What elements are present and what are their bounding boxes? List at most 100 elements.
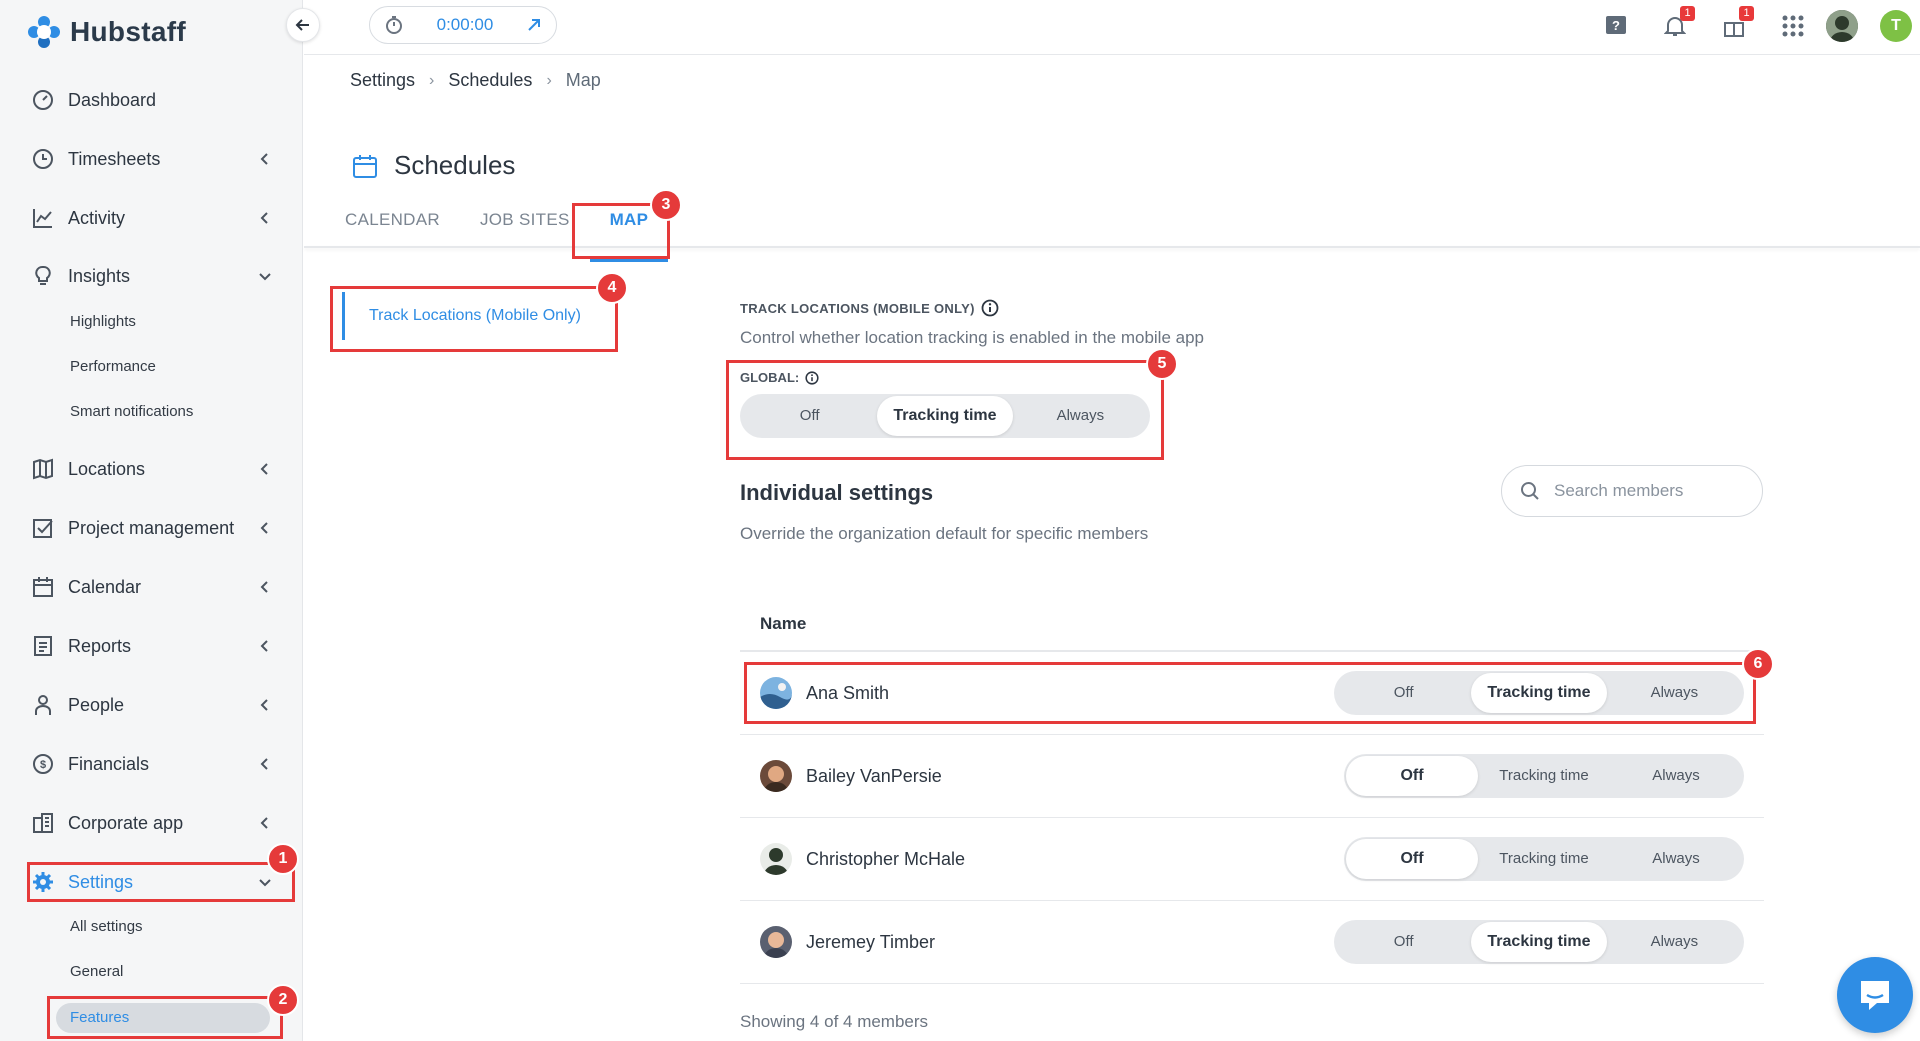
collapse-sidebar-button[interactable] [286,8,320,42]
individual-settings-desc: Override the organization default for sp… [740,524,1149,543]
app-name: Hubstaff [70,16,186,47]
member-option-always[interactable]: Always [1610,839,1742,879]
sidebar-item-corporate-app[interactable]: Corporate app [32,807,282,839]
member-option-off[interactable]: Off [1346,756,1478,796]
member-option-tracking-time[interactable]: Tracking time [1478,839,1610,879]
map-icon [32,458,54,480]
breadcrumb-settings[interactable]: Settings [350,70,415,91]
tab-map[interactable]: MAP [589,210,668,262]
timer-widget[interactable]: 0:00:00 [369,6,557,44]
sidebar-item-timesheets[interactable]: Timesheets [32,143,282,175]
tabs-divider [304,246,1920,248]
chevron-left-icon [260,758,268,770]
tab-calendar[interactable]: CALENDAR [345,210,440,248]
sidebar-subitem-general[interactable]: General [70,963,123,980]
search-members-input[interactable] [1554,481,1734,501]
sidebar-item-settings[interactable]: Settings [32,866,282,898]
member-option-tracking-time[interactable]: Tracking time [1478,756,1610,796]
individual-settings-title: Individual settings [740,480,934,505]
sidebar-item-activity[interactable]: Activity [32,202,282,234]
svg-text:?: ? [1612,18,1620,33]
chevron-left-icon [260,699,268,711]
calendar-icon [32,576,54,598]
breadcrumb-map: Map [565,70,601,90]
arrow-left-icon [295,19,309,31]
member-avatar [760,677,792,709]
section-nav-track-locations[interactable]: Track Locations (Mobile Only) [342,292,612,340]
sidebar-item-financials[interactable]: $ Financials [32,748,282,780]
tab-job-sites[interactable]: JOB SITES [480,210,570,248]
global-option-tracking-time[interactable]: Tracking time [877,396,1013,436]
sidebar-item-calendar[interactable]: Calendar [32,571,282,603]
sidebar-subitem-features[interactable]: Features [70,1009,129,1026]
sidebar-subitem-highlights[interactable]: Highlights [70,313,136,330]
sidebar-item-reports[interactable]: Reports [32,630,282,662]
track-locations-label-text: TRACK LOCATIONS (MOBILE ONLY) [740,300,975,316]
topbar: 0:00:00 ? 1 1 T [304,0,1920,55]
sidebar-item-insights[interactable]: Insights [32,260,282,292]
sidebar-item-dashboard[interactable]: Dashboard [32,84,282,116]
chevron-down-icon [259,273,271,281]
sidebar-item-label: Project management [68,517,235,538]
info-icon[interactable] [981,299,999,317]
member-tracking-toggle: Off Tracking time Always [1334,920,1744,964]
sidebar-item-label: Reports [68,635,132,656]
help-icon[interactable]: ? [1602,12,1630,40]
chevron-left-icon [260,581,268,593]
lightbulb-icon [32,265,54,287]
support-chat-button[interactable] [1837,957,1913,1033]
sidebar-item-people[interactable]: People [32,689,282,721]
sidebar-item-label: Insights [68,265,131,286]
gift-icon[interactable]: 1 [1720,6,1754,40]
member-option-always[interactable]: Always [1607,922,1742,962]
sidebar-item-label: Dashboard [68,89,157,110]
chevron-left-icon [260,212,268,224]
dollar-icon: $ [32,753,54,775]
global-option-always[interactable]: Always [1013,396,1148,436]
annotation-badge-5: 5 [1146,348,1178,380]
annotation-badge-6: 6 [1742,648,1774,680]
member-option-off[interactable]: Off [1346,839,1478,879]
global-tracking-toggle: Off Tracking time Always [740,394,1150,438]
table-row: Jeremey Timber Off Tracking time Always [740,901,1764,984]
table-header-name: Name [740,598,1764,652]
user-photo-avatar[interactable] [1826,10,1858,42]
sidebar-subitem-smart-notifications[interactable]: Smart notifications [70,403,193,420]
hubstaff-logo[interactable]: Hubstaff [26,14,186,50]
gifts-badge: 1 [1739,6,1754,21]
chat-bubble-icon [1861,981,1889,1010]
tabs: CALENDAR JOB SITES MAP [345,210,688,262]
member-option-off[interactable]: Off [1336,922,1471,962]
page-title: Schedules [352,150,515,181]
sidebar-subitem-performance[interactable]: Performance [70,358,156,375]
annotation-badge-2: 2 [267,984,299,1016]
member-option-tracking-time[interactable]: Tracking time [1471,922,1607,962]
sidebar-item-locations[interactable]: Locations [32,453,282,485]
building-icon [32,812,54,834]
sidebar-item-label: Settings [68,871,134,892]
bell-icon[interactable]: 1 [1661,6,1695,40]
member-option-off[interactable]: Off [1336,673,1471,713]
member-name: Jeremey Timber [806,931,936,952]
member-option-always[interactable]: Always [1610,756,1742,796]
chevron-right-icon: › [429,71,435,89]
global-option-off[interactable]: Off [742,396,877,436]
track-locations-label: TRACK LOCATIONS (MOBILE ONLY) [740,299,999,317]
member-option-always[interactable]: Always [1607,673,1742,713]
breadcrumb-schedules[interactable]: Schedules [448,70,532,91]
sidebar-item-project-management[interactable]: Project management [32,512,282,544]
open-external-arrow-icon[interactable] [526,17,542,33]
user-initial-avatar[interactable]: T [1880,10,1912,42]
sidebar-item-label: Activity [68,207,126,228]
search-members [1501,465,1763,517]
sidebar-item-label: Calendar [68,576,142,597]
member-tracking-toggle: Off Tracking time Always [1344,754,1744,798]
hubstaff-logo-icon [28,16,60,48]
chevron-left-icon [260,640,268,652]
global-label-text: GLOBAL: [740,370,800,385]
member-option-tracking-time[interactable]: Tracking time [1471,673,1607,713]
info-icon[interactable] [805,370,819,385]
track-locations-desc: Control whether location tracking is ena… [740,328,1204,347]
apps-grid-icon[interactable] [1779,12,1807,40]
sidebar-subitem-all-settings[interactable]: All settings [70,918,143,935]
